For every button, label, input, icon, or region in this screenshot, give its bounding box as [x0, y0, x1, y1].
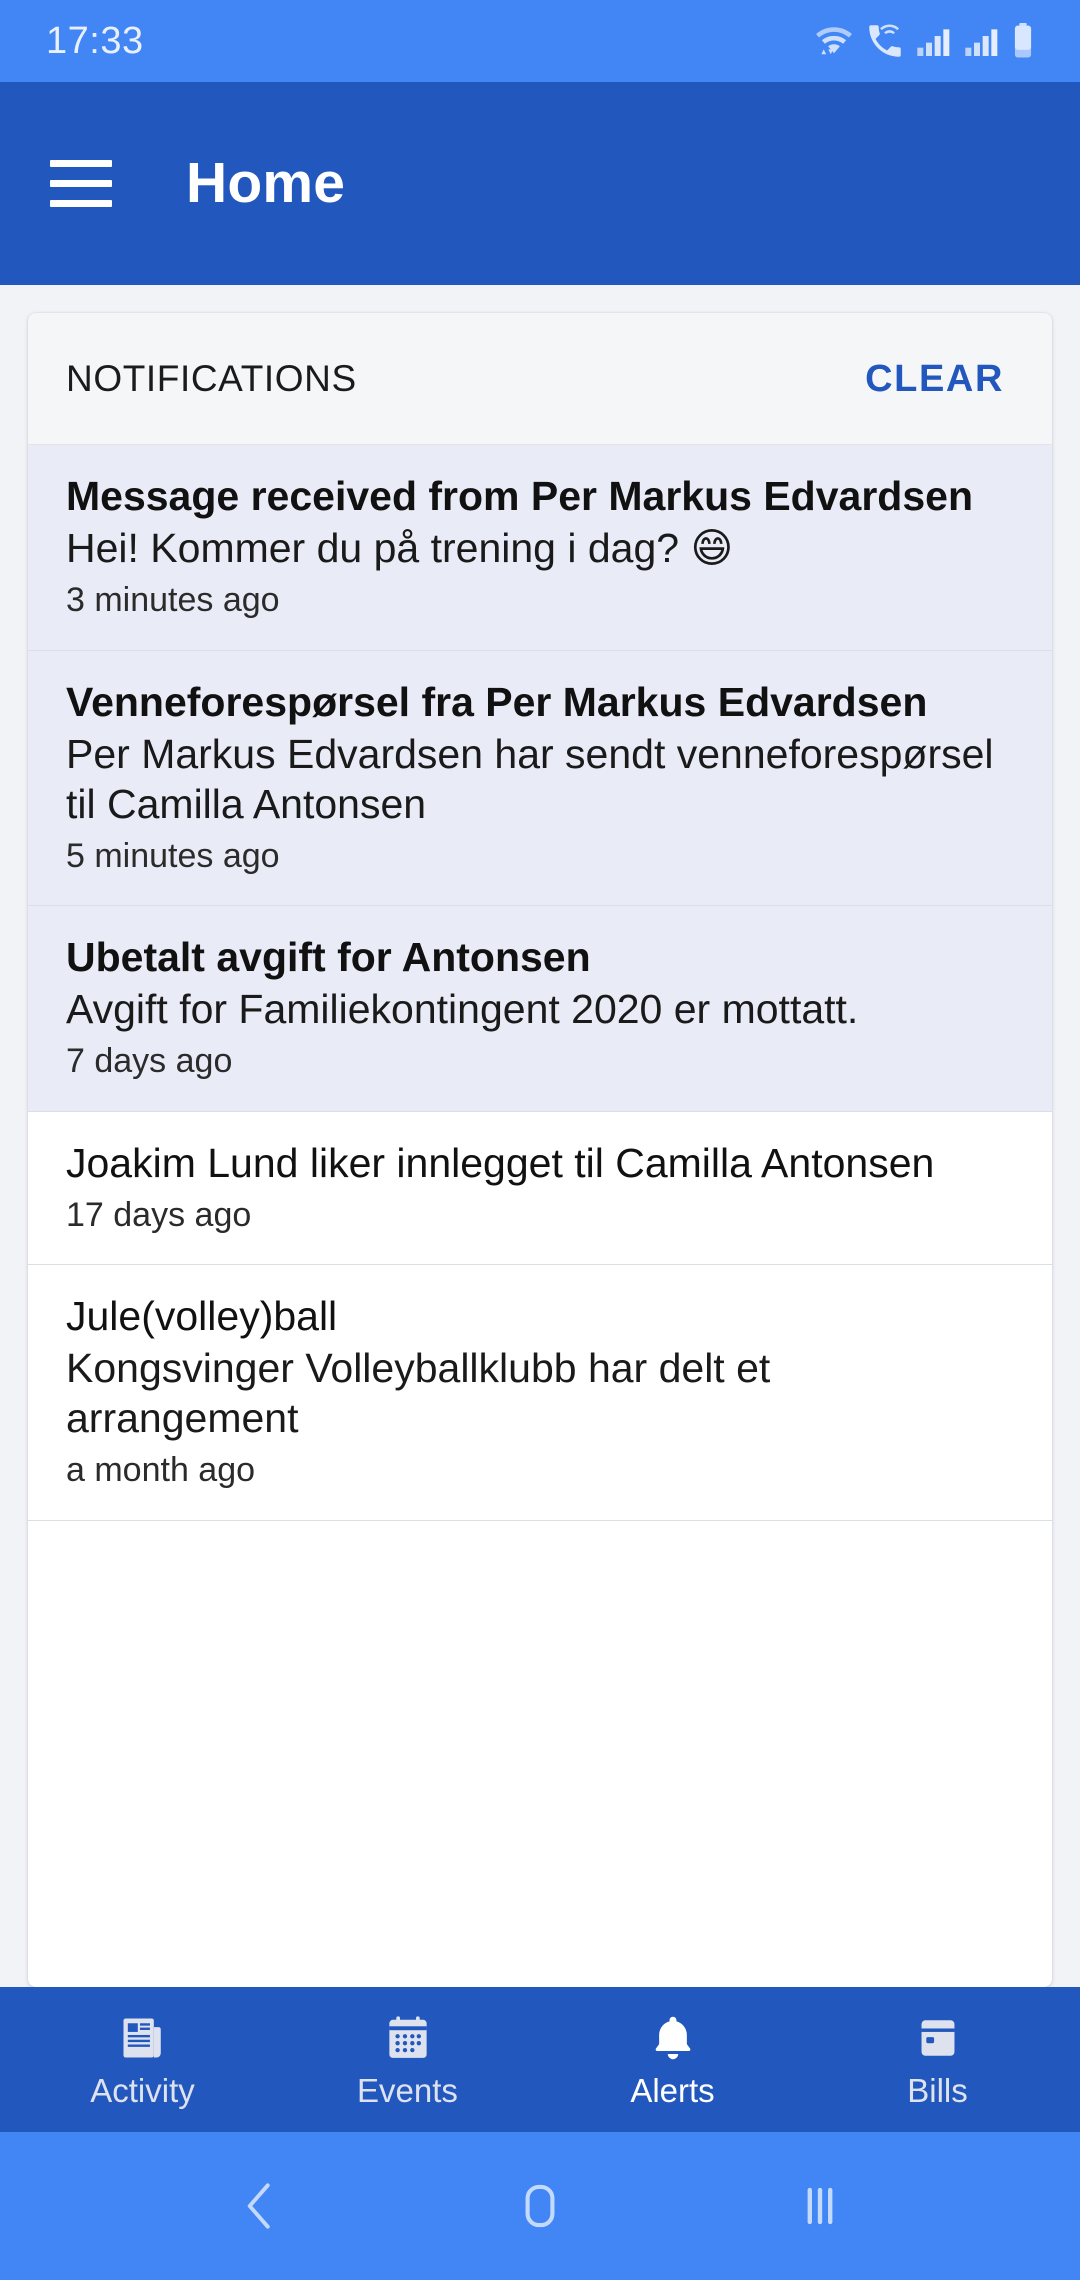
notification-title: Venneforespørsel fra Per Markus Edvardse… — [66, 678, 928, 725]
notifications-heading: NOTIFICATIONS — [66, 358, 357, 399]
bottom-navigation: Activity Events Alerts Bills — [0, 1987, 1080, 2132]
hamburger-menu-icon[interactable] — [44, 147, 118, 221]
page-title: Home — [186, 151, 346, 215]
battery-icon — [1010, 19, 1036, 63]
nav-item-events[interactable]: Events — [275, 2012, 540, 2107]
notification-item[interactable]: Message received from Per Markus Edvards… — [28, 445, 1052, 651]
notification-item[interactable]: Joakim Lund liker innlegget til Camilla … — [28, 1111, 1052, 1266]
back-chevron-icon[interactable] — [200, 2151, 320, 2261]
status-time: 17:33 — [46, 20, 144, 62]
hamburger-bar — [50, 180, 112, 187]
status-icons — [812, 19, 1036, 63]
nav-label-activity: Activity — [90, 2072, 195, 2109]
notification-body: Avgift for Familiekontingent 2020 er mot… — [66, 986, 859, 1033]
phone-screen: 17:33 Home NOTIFICATIONS CLEAR Message r… — [0, 0, 1080, 2280]
nav-label-alerts: Alerts — [630, 2072, 715, 2109]
recents-bars-icon[interactable] — [760, 2151, 880, 2261]
signal-bars-icon — [914, 19, 954, 63]
hamburger-bar — [50, 160, 112, 167]
home-square-icon[interactable] — [480, 2151, 600, 2261]
wifi-calling-icon — [864, 19, 906, 63]
notification-body: Per Markus Edvardsen har sendt vennefore… — [66, 730, 994, 827]
notification-timestamp: 3 minutes ago — [66, 581, 280, 620]
notification-timestamp: 5 minutes ago — [66, 836, 280, 875]
notification-item[interactable]: Venneforespørsel fra Per Markus Edvardse… — [28, 650, 1052, 907]
notification-item[interactable]: Jule(volley)ball Kongsvinger Volleyballk… — [28, 1265, 1052, 1521]
nav-label-bills: Bills — [907, 2072, 968, 2109]
notification-title: Joakim Lund liker innlegget til Camilla … — [66, 1139, 935, 1186]
nav-item-bills[interactable]: Bills — [805, 2012, 1070, 2107]
notification-timestamp: 17 days ago — [66, 1195, 252, 1234]
nav-label-events: Events — [357, 2072, 458, 2109]
content-area: NOTIFICATIONS CLEAR Message received fro… — [0, 285, 1080, 1987]
bell-icon — [647, 2012, 699, 2064]
app-bar: Home — [0, 82, 1080, 285]
notifications-card: NOTIFICATIONS CLEAR Message received fro… — [28, 313, 1052, 1987]
notification-item[interactable]: Ubetalt avgift for Antonsen Avgift for F… — [28, 906, 1052, 1112]
notification-title: Jule(volley)ball — [66, 1293, 338, 1340]
wifi-data-icon — [812, 19, 856, 63]
notifications-card-header: NOTIFICATIONS CLEAR — [28, 313, 1052, 445]
notification-title: Message received from Per Markus Edvards… — [66, 473, 973, 519]
notification-list: Message received from Per Markus Edvards… — [28, 445, 1052, 1521]
notification-timestamp: a month ago — [66, 1451, 256, 1490]
status-bar: 17:33 — [0, 0, 1080, 82]
system-navigation-bar — [0, 2132, 1080, 2280]
notification-timestamp: 7 days ago — [66, 1042, 233, 1081]
signal-bars-2-icon — [962, 19, 1002, 63]
nav-item-alerts[interactable]: Alerts — [540, 2012, 805, 2107]
notification-title: Ubetalt avgift for Antonsen — [66, 934, 591, 981]
clear-button[interactable]: CLEAR — [851, 348, 1018, 410]
calendar-icon — [382, 2012, 434, 2064]
notification-body: Kongsvinger Volleyballklubb har delt et … — [66, 1345, 771, 1442]
hamburger-bar — [50, 200, 112, 207]
notification-body: Hei! Kommer du på trening i dag? 😄 — [66, 525, 734, 572]
nav-item-activity[interactable]: Activity — [10, 2012, 275, 2107]
newspaper-icon — [117, 2012, 169, 2064]
credit-card-icon — [912, 2012, 964, 2064]
